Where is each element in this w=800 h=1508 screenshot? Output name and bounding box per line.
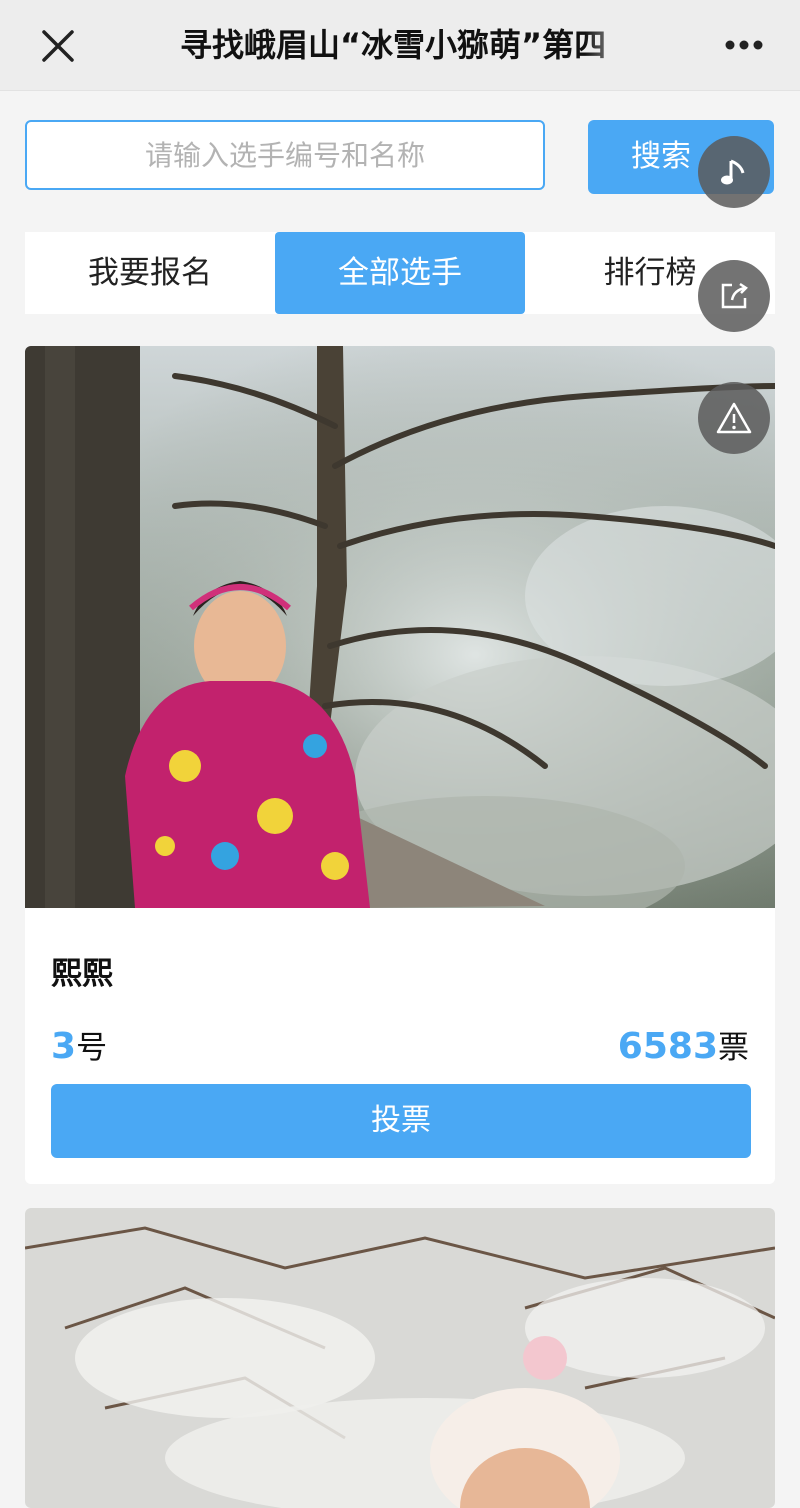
contestant-photo	[25, 346, 775, 908]
tab-all-contestants[interactable]: 全部选手	[275, 232, 525, 314]
contestant-card[interactable]: 熙熙 3号 6583票 投票	[25, 346, 775, 1184]
contestant-card[interactable]	[25, 1208, 775, 1508]
more-dots-icon[interactable]	[720, 30, 768, 60]
music-note-icon[interactable]	[698, 136, 770, 208]
contestant-photo	[25, 1208, 775, 1508]
close-icon[interactable]	[36, 24, 80, 68]
vote-button[interactable]: 投票	[51, 1084, 751, 1158]
search-input[interactable]	[25, 120, 545, 190]
contestant-name: 熙熙	[51, 956, 113, 992]
contestant-number-suffix: 号	[76, 1030, 108, 1066]
contestant-number-value: 3	[51, 1026, 77, 1067]
warning-icon[interactable]	[698, 382, 770, 454]
top-bar: 寻找峨眉山“冰雪小猕萌”第四	[0, 0, 800, 91]
tab-register[interactable]: 我要报名	[25, 232, 275, 314]
page-title: 寻找峨眉山“冰雪小猕萌”第四	[180, 26, 607, 64]
vote-count: 6583票	[618, 1022, 749, 1067]
vote-count-suffix: 票	[718, 1030, 749, 1066]
vote-count-value: 6583	[617, 1026, 718, 1067]
tab-bar: 我要报名 全部选手 排行榜	[25, 232, 775, 314]
share-icon[interactable]	[698, 260, 770, 332]
contestant-number: 3号	[51, 1022, 107, 1067]
